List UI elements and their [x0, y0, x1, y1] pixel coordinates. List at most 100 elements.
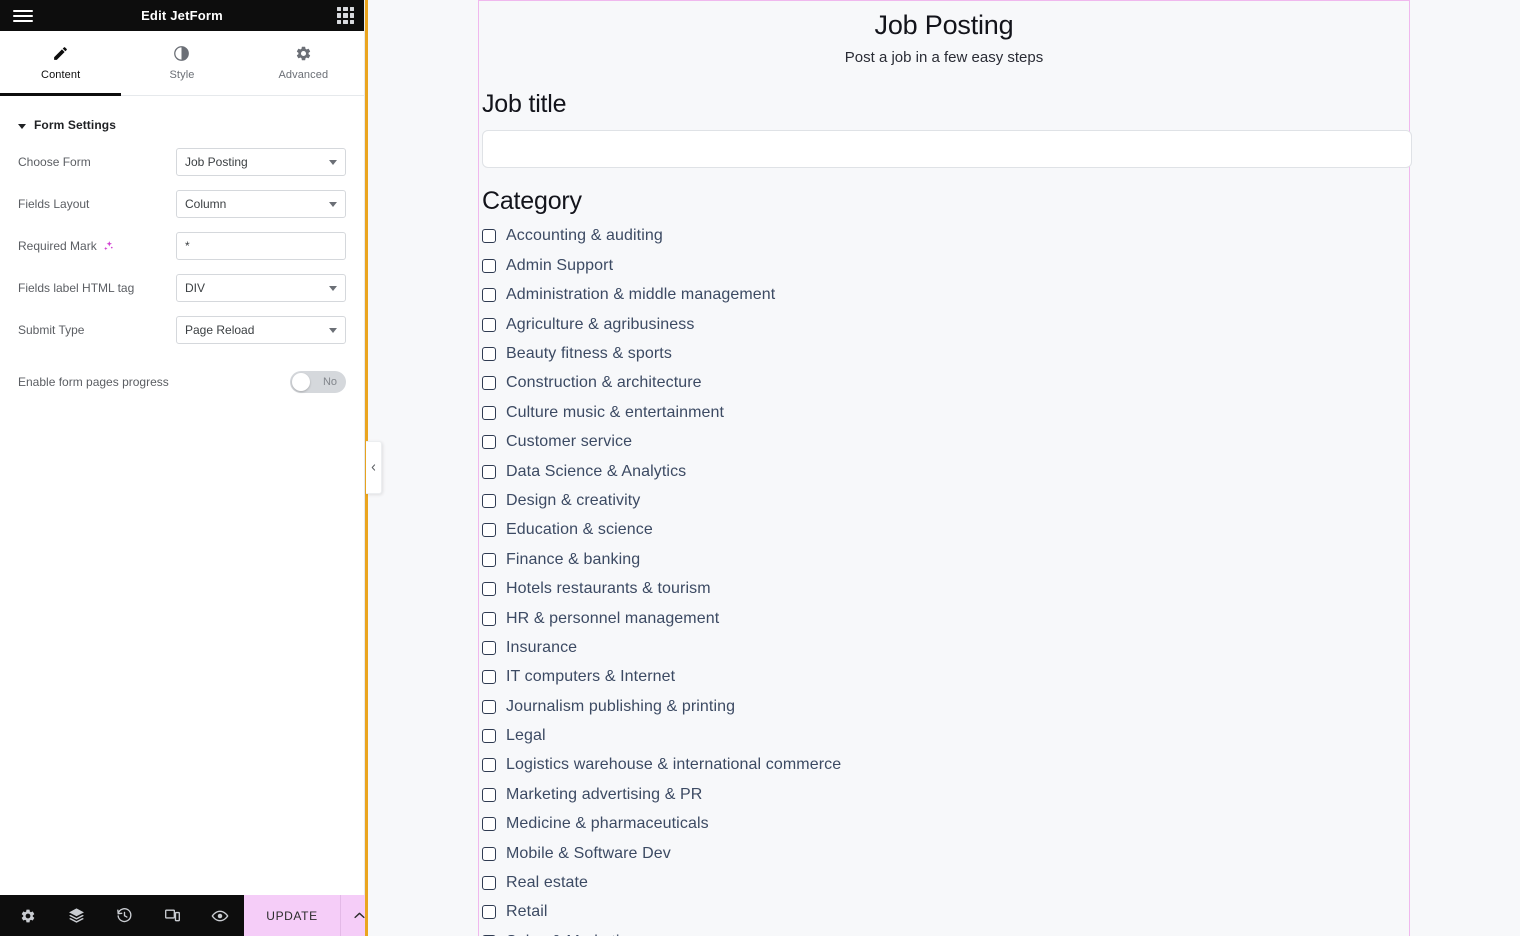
category-checkbox-label: Design & creativity: [506, 491, 641, 509]
tab-content-label: Content: [41, 69, 81, 81]
field-job-title: Job title: [479, 90, 1412, 169]
category-checkbox-row[interactable]: HR & personnel management: [482, 604, 1407, 633]
category-checkbox-row[interactable]: IT computers & Internet: [482, 663, 1407, 692]
checkbox-icon[interactable]: [482, 523, 496, 538]
required-mark-input[interactable]: [176, 232, 346, 260]
category-checkbox-row[interactable]: Logistics warehouse & international comm…: [482, 751, 1407, 780]
category-checkbox-label: Admin Support: [506, 256, 614, 274]
category-checkbox-row[interactable]: Marketing advertising & PR: [482, 780, 1407, 809]
category-checkbox-row[interactable]: Education & science: [482, 516, 1407, 545]
checkbox-icon[interactable]: [482, 611, 496, 626]
control-submit-type: Submit Type Page ReloadAJAX: [18, 316, 346, 344]
checkbox-icon[interactable]: [482, 640, 496, 655]
settings-gear-icon[interactable]: [4, 895, 52, 936]
responsive-mode-icon[interactable]: [148, 895, 196, 936]
checkbox-icon[interactable]: [482, 670, 496, 685]
category-checkbox-row[interactable]: Agriculture & agribusiness: [482, 310, 1407, 339]
category-checkbox-row[interactable]: Journalism publishing & printing: [482, 692, 1407, 721]
tab-advanced[interactable]: Advanced: [243, 31, 364, 95]
submit-type-select[interactable]: Page ReloadAJAX: [176, 316, 346, 344]
control-required-mark-label: Required Mark: [18, 239, 176, 253]
control-submit-type-label: Submit Type: [18, 323, 85, 337]
category-checkbox-row[interactable]: Construction & architecture: [482, 369, 1407, 398]
checkbox-icon[interactable]: [482, 376, 496, 391]
checkbox-icon[interactable]: [482, 229, 496, 244]
form-settings-section-header[interactable]: Form Settings: [0, 96, 364, 132]
category-checkbox-row[interactable]: Mobile & Software Dev: [482, 839, 1407, 868]
category-checkbox-row[interactable]: Sales & Marketing: [482, 927, 1407, 936]
editor-sidebar: Edit JetForm Content Style Advanced Form…: [0, 0, 377, 936]
job-title-input[interactable]: [482, 130, 1412, 169]
category-checkbox-row[interactable]: Admin Support: [482, 251, 1407, 280]
checkbox-icon[interactable]: [482, 347, 496, 361]
checkbox-icon[interactable]: [482, 288, 496, 303]
category-checkbox-label: Real estate: [506, 874, 589, 892]
preview-eye-icon[interactable]: [196, 895, 244, 936]
editor-root: Edit JetForm Content Style Advanced Form…: [0, 0, 1520, 936]
category-checkbox-row[interactable]: Retail: [482, 898, 1407, 927]
form-settings-title: Form Settings: [34, 118, 116, 132]
update-button[interactable]: UPDATE: [244, 895, 340, 936]
checkbox-icon[interactable]: [482, 493, 496, 508]
choose-form-select-wrap: Job Posting: [176, 148, 346, 176]
category-checkbox-row[interactable]: Legal: [482, 721, 1407, 750]
category-checkbox-label: Culture music & entertainment: [506, 403, 725, 421]
tab-content[interactable]: Content: [0, 31, 122, 96]
fields-layout-select[interactable]: ColumnRow: [176, 190, 346, 218]
hamburger-menu-icon[interactable]: [10, 3, 36, 29]
category-checkbox-row[interactable]: Customer service: [482, 427, 1407, 456]
control-fields-layout-label: Fields Layout: [18, 197, 90, 211]
checkbox-icon[interactable]: [482, 258, 496, 273]
control-fields-layout: Fields Layout ColumnRow: [18, 190, 346, 218]
sidebar-collapse-button[interactable]: [366, 441, 382, 494]
jetform-widget[interactable]: Job Posting Post a job in a few easy ste…: [478, 0, 1412, 936]
checkbox-icon[interactable]: [482, 552, 496, 567]
category-checkbox-row[interactable]: Beauty fitness & sports: [482, 339, 1407, 368]
tab-style[interactable]: Style: [121, 31, 242, 95]
category-checkbox-row[interactable]: Design & creativity: [482, 486, 1407, 515]
category-checkbox-label: Legal: [506, 727, 546, 745]
checkbox-icon[interactable]: [482, 905, 496, 920]
fields-label-html-tag-select[interactable]: DIVSPANPH1H2H3H4H5H6: [176, 274, 346, 302]
category-checkbox-label: Administration & middle management: [506, 286, 776, 304]
control-fields-label-html-tag: Fields label HTML tag DIVSPANPH1H2H3H4H5…: [18, 274, 346, 302]
checkbox-icon[interactable]: [482, 464, 496, 479]
sidebar-header: Edit JetForm: [0, 0, 364, 31]
fields-label-html-tag-select-wrap: DIVSPANPH1H2H3H4H5H6: [176, 274, 346, 302]
category-checkbox-label: Construction & architecture: [506, 374, 702, 392]
category-checkbox-row[interactable]: Data Science & Analytics: [482, 457, 1407, 486]
category-checkbox-row[interactable]: Insurance: [482, 633, 1407, 662]
checkbox-icon[interactable]: [482, 435, 496, 450]
history-revisions-icon[interactable]: [100, 895, 148, 936]
checkbox-icon[interactable]: [482, 582, 496, 597]
category-checkbox-label: Data Science & Analytics: [506, 462, 687, 480]
caret-down-icon: [18, 123, 26, 129]
checkbox-icon[interactable]: [482, 699, 496, 714]
checkbox-icon[interactable]: [482, 846, 496, 861]
category-checkbox-row[interactable]: Culture music & entertainment: [482, 398, 1407, 427]
form-settings-controls: Choose Form Job Posting Fields Layout Co…: [0, 132, 364, 396]
fields-layout-select-wrap: ColumnRow: [176, 190, 346, 218]
checkbox-icon[interactable]: [482, 817, 496, 832]
category-checkbox-row[interactable]: Administration & middle management: [482, 281, 1407, 310]
category-checkbox-row[interactable]: Accounting & auditing: [482, 222, 1407, 251]
checkbox-icon[interactable]: [482, 876, 496, 891]
checkbox-icon[interactable]: [482, 758, 496, 773]
enable-form-pages-progress-toggle[interactable]: No: [290, 371, 346, 393]
category-checkbox-row[interactable]: Finance & banking: [482, 545, 1407, 574]
sidebar-tabs: Content Style Advanced: [0, 31, 364, 96]
contrast-circle-icon: [173, 45, 190, 62]
choose-form-select[interactable]: Job Posting: [176, 148, 346, 176]
category-checkbox-label: Insurance: [506, 638, 578, 656]
sidebar-body: Form Settings Choose Form Job Posting Fi…: [0, 96, 364, 895]
toggle-knob: [292, 373, 310, 391]
navigator-layers-icon[interactable]: [52, 895, 100, 936]
category-checkbox-row[interactable]: Medicine & pharmaceuticals: [482, 810, 1407, 839]
checkbox-icon[interactable]: [482, 405, 496, 420]
category-checkbox-row[interactable]: Hotels restaurants & tourism: [482, 574, 1407, 603]
checkbox-icon[interactable]: [482, 729, 496, 744]
apps-grid-icon[interactable]: [337, 7, 354, 24]
checkbox-icon[interactable]: [482, 787, 496, 802]
checkbox-icon[interactable]: [482, 317, 496, 332]
category-checkbox-row[interactable]: Real estate: [482, 868, 1407, 897]
